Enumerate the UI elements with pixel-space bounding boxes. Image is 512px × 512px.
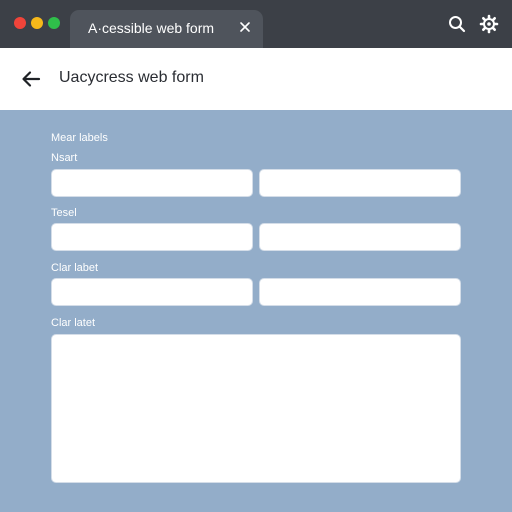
field-label-4: Clar latet <box>51 317 96 329</box>
tab-title: A·cessible web form <box>88 20 215 36</box>
browser-tab[interactable]: A·cessible web form <box>70 10 263 48</box>
text-input-2a[interactable] <box>51 223 253 251</box>
text-input-2b[interactable] <box>259 223 461 251</box>
maximize-window-button[interactable] <box>48 17 60 29</box>
search-icon[interactable] <box>447 14 467 34</box>
app-header: Uacycress web form <box>0 48 512 110</box>
form-group-label: Mear labels <box>51 132 108 144</box>
text-input-3b[interactable] <box>259 278 461 306</box>
page-title: Uacycress web form <box>59 69 204 86</box>
gear-icon[interactable] <box>479 14 499 34</box>
arrow-left-icon[interactable] <box>20 68 42 90</box>
text-input-1a[interactable] <box>51 169 253 197</box>
text-input-1b[interactable] <box>259 169 461 197</box>
message-textarea[interactable] <box>51 334 461 483</box>
minimize-window-button[interactable] <box>31 17 43 29</box>
close-window-button[interactable] <box>14 17 26 29</box>
close-icon[interactable] <box>237 19 253 35</box>
text-input-3a[interactable] <box>51 278 253 306</box>
browser-window: A·cessible web form Uacycress web form M… <box>0 0 512 512</box>
field-label-3: Clar labet <box>51 262 99 274</box>
field-label-1: Nsart <box>51 152 78 164</box>
field-label-2: Tesel <box>51 207 77 219</box>
form-panel: Mear labels Nsart Tesel Clar labet Clar … <box>0 110 512 512</box>
title-bar: A·cessible web form <box>0 0 512 48</box>
